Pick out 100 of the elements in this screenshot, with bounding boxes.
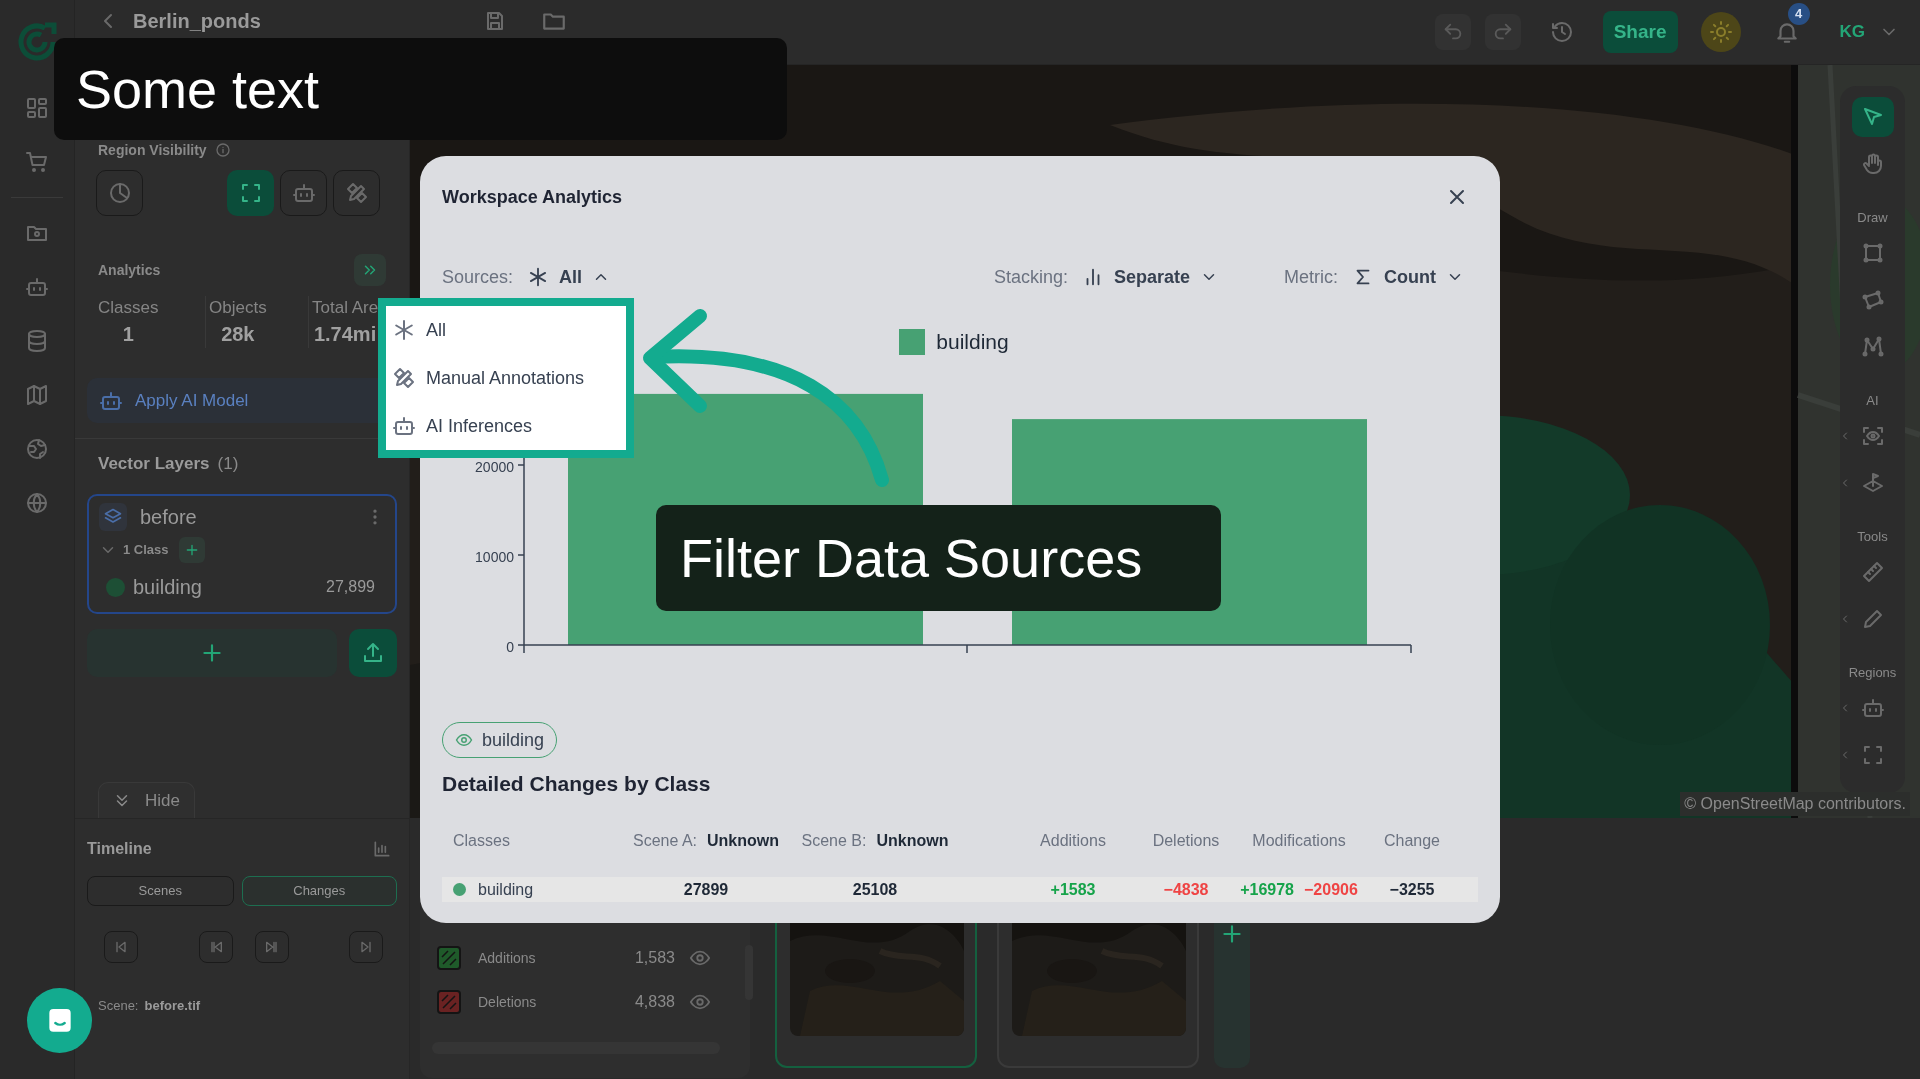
- stat-label: Classes: [98, 297, 159, 319]
- control-label: Stacking:: [993, 265, 1068, 289]
- stat-label: Total Are: [312, 297, 379, 319]
- pencil-ruler-icon: [392, 366, 416, 390]
- polyline-icon: [1860, 335, 1885, 359]
- globe-icon[interactable]: [25, 491, 49, 515]
- playback-button[interactable]: [255, 931, 289, 963]
- add-class-button[interactable]: [178, 537, 205, 563]
- robot-icon: [291, 181, 316, 205]
- section-label: Analytics: [98, 260, 161, 280]
- column-header: Additions: [1040, 831, 1106, 851]
- column-header: Modifications: [1252, 831, 1346, 851]
- column-header: Scene B:: [801, 831, 867, 851]
- menu-item[interactable]: All: [386, 306, 626, 354]
- eye-scan-icon: [1860, 424, 1885, 448]
- section-title: Detailed Changes by Class: [442, 771, 711, 798]
- table-cell-text: −3255: [1389, 879, 1435, 900]
- chart-icon[interactable]: [372, 839, 392, 859]
- sun-icon: [1708, 20, 1733, 44]
- legend-swatch: [899, 329, 926, 355]
- upload-button[interactable]: [349, 629, 397, 677]
- control-label: Metric:: [1284, 265, 1338, 289]
- robot-icon: [392, 414, 416, 438]
- scene-name: before.tif: [144, 997, 201, 1015]
- layer-count: 1,583: [634, 948, 675, 968]
- region-toggle-button[interactable]: [227, 170, 274, 216]
- dropdown-button[interactable]: All: [527, 263, 611, 291]
- toolbar-heading: Tools: [1857, 529, 1888, 545]
- upload-icon: [361, 641, 385, 665]
- axis-label: 10000: [475, 549, 514, 565]
- playback-button[interactable]: [199, 931, 233, 963]
- column-header: Change: [1383, 831, 1440, 851]
- map-tool-button[interactable]: [1851, 97, 1894, 137]
- layer-card[interactable]: before 1 Class building 27,899: [87, 494, 397, 614]
- theme-toggle[interactable]: [1700, 12, 1741, 52]
- hide-button[interactable]: Hide: [98, 782, 195, 818]
- table-cell-text: −20906: [1304, 879, 1358, 900]
- pie-chart-icon: [107, 181, 132, 205]
- stat-value: 1.74mi: [313, 322, 377, 347]
- layer-count: (1): [217, 453, 239, 476]
- dropdown-button[interactable]: Separate: [1081, 263, 1218, 291]
- region-toggle-button[interactable]: [96, 170, 143, 216]
- stat-label: Objects: [209, 297, 267, 319]
- column-header-value: Unknown: [707, 831, 779, 851]
- table-cell-text: building: [478, 879, 534, 900]
- timeline-tab[interactable]: Changes: [241, 876, 397, 906]
- stat-value: 28k: [221, 322, 255, 347]
- playback-button[interactable]: [349, 931, 383, 963]
- callout: Filter Data Sources: [656, 505, 1221, 611]
- table-cell-text: +1583: [1050, 879, 1096, 900]
- column-header-value: Unknown: [876, 831, 949, 851]
- earth-icon[interactable]: [25, 437, 49, 461]
- undo-button[interactable]: [1434, 14, 1471, 50]
- table-row[interactable]: building 27899 25108 +1583 −4838 +16978 −20906 −3255: [442, 877, 1478, 902]
- eye-icon: [455, 731, 473, 749]
- share-button[interactable]: Share: [1602, 11, 1678, 53]
- section-label: Region Visibility: [98, 140, 207, 160]
- flag-icon: [1860, 471, 1885, 495]
- axis-label: 20000: [475, 459, 514, 475]
- axis-label: 0: [506, 639, 514, 655]
- region-toggle-button[interactable]: [280, 170, 327, 216]
- control-label: Sources:: [442, 265, 514, 289]
- column-header: Classes: [453, 832, 510, 849]
- dropdown-button[interactable]: Count: [1352, 263, 1464, 291]
- table-cell-text: −4838: [1163, 879, 1209, 900]
- column-header: Scene A:: [632, 831, 697, 851]
- toolbar-heading: AI: [1866, 393, 1879, 409]
- notification-badge: 4: [1787, 3, 1810, 25]
- column-header: Deletions: [1152, 831, 1220, 851]
- class-count: 27,899: [326, 577, 375, 597]
- skip-back-icon: [113, 939, 129, 955]
- database-icon[interactable]: [25, 329, 49, 353]
- redo-button[interactable]: [1484, 14, 1521, 50]
- table-cell-text: 27899: [683, 879, 729, 900]
- table-cell-text: +16978: [1240, 879, 1294, 900]
- expand-button[interactable]: [354, 254, 386, 286]
- dashboard-icon[interactable]: [25, 96, 49, 120]
- pencil-ruler-icon: [344, 181, 369, 205]
- timeline-tab[interactable]: Scenes: [87, 876, 234, 906]
- skip-forward-icon: [358, 939, 374, 955]
- layer-label: Additions: [478, 948, 536, 968]
- stat-value: 1: [122, 322, 134, 347]
- user-initials[interactable]: KG: [1839, 19, 1865, 45]
- map-icon[interactable]: [25, 383, 49, 407]
- robot-icon[interactable]: [25, 275, 49, 299]
- region-toggle-button[interactable]: [333, 170, 380, 216]
- playback-button[interactable]: [104, 931, 138, 963]
- project-title: Berlin_ponds: [133, 9, 261, 33]
- ruler-icon: [1860, 560, 1885, 584]
- cart-icon[interactable]: [25, 150, 49, 174]
- section-title: Timeline: [87, 839, 152, 859]
- dialog-title: Workspace Analytics: [442, 185, 623, 209]
- class-name: building: [133, 575, 202, 600]
- section-title: Vector Layers: [98, 453, 210, 476]
- toolbar-heading: Draw: [1857, 210, 1888, 226]
- hand-icon: [1860, 152, 1885, 176]
- robot-icon: [1860, 696, 1885, 720]
- table-cell-text: 25108: [852, 879, 898, 900]
- polygon-icon: [1860, 288, 1885, 312]
- history-icon[interactable]: [1549, 20, 1574, 44]
